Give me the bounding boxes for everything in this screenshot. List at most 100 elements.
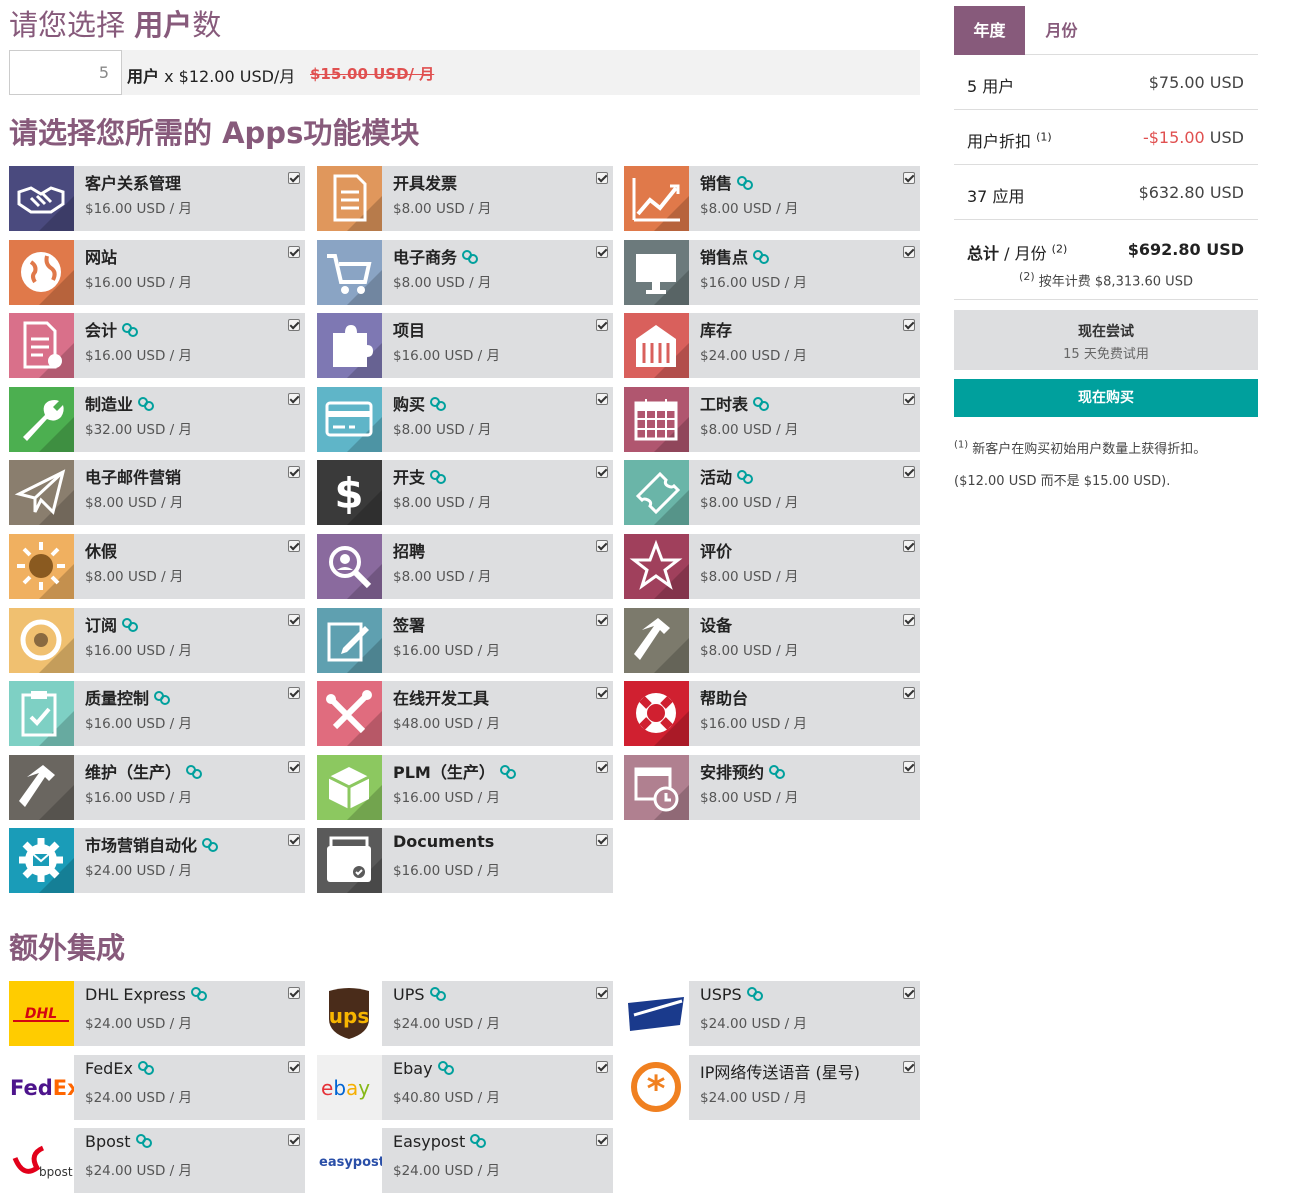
app-card[interactable]: 质量控制 $16.00 USD / 月 [9,681,305,746]
select-checkbox[interactable] [596,246,608,258]
select-checkbox[interactable] [903,393,915,405]
app-card[interactable]: 安排预约 $8.00 USD / 月 [624,755,920,820]
select-checkbox[interactable] [596,834,608,846]
select-checkbox[interactable] [903,540,915,552]
integration-card[interactable]: bpost Bpost $24.00 USD / 月 [9,1128,305,1193]
app-card[interactable]: 签署 $16.00 USD / 月 [317,608,613,673]
app-card[interactable]: 销售 $8.00 USD / 月 [624,166,920,231]
link-icon[interactable] [429,987,447,1001]
select-checkbox[interactable] [288,540,300,552]
select-checkbox[interactable] [288,1061,300,1073]
select-checkbox[interactable] [903,1061,915,1073]
app-card[interactable]: Documents $16.00 USD / 月 [317,828,613,893]
tab-yearly[interactable]: 年度 [954,6,1025,55]
select-checkbox[interactable] [596,466,608,478]
app-card[interactable]: 活动 $8.00 USD / 月 [624,460,920,525]
select-checkbox[interactable] [596,319,608,331]
select-checkbox[interactable] [288,246,300,258]
app-card[interactable]: $ 开支 $8.00 USD / 月 [317,460,613,525]
link-icon[interactable] [153,691,171,705]
link-icon[interactable] [135,1134,153,1148]
select-checkbox[interactable] [596,1134,608,1146]
app-card[interactable]: 库存 $24.00 USD / 月 [624,313,920,378]
select-checkbox[interactable] [288,687,300,699]
select-checkbox[interactable] [596,614,608,626]
select-checkbox[interactable] [903,614,915,626]
app-card[interactable]: 制造业 $32.00 USD / 月 [9,387,305,452]
select-checkbox[interactable] [903,246,915,258]
link-icon[interactable] [121,323,139,337]
users-count-input[interactable] [9,50,122,95]
select-checkbox[interactable] [903,761,915,773]
link-icon[interactable] [752,397,770,411]
app-card[interactable]: 设备 $8.00 USD / 月 [624,608,920,673]
app-card[interactable]: 电子商务 $8.00 USD / 月 [317,240,613,305]
link-icon[interactable] [190,987,208,1001]
link-icon[interactable] [137,397,155,411]
app-card[interactable]: 开具发票 $8.00 USD / 月 [317,166,613,231]
select-checkbox[interactable] [596,987,608,999]
app-card[interactable]: 市场营销自动化 $24.00 USD / 月 [9,828,305,893]
app-card[interactable]: 项目 $16.00 USD / 月 [317,313,613,378]
app-card[interactable]: 电子邮件营销 $8.00 USD / 月 [9,460,305,525]
app-card[interactable]: 客户关系管理 $16.00 USD / 月 [9,166,305,231]
select-checkbox[interactable] [596,761,608,773]
select-checkbox[interactable] [288,761,300,773]
select-checkbox[interactable] [288,1134,300,1146]
link-icon[interactable] [429,470,447,484]
select-checkbox[interactable] [596,540,608,552]
select-checkbox[interactable] [596,1061,608,1073]
integration-card[interactable]: USPS $24.00 USD / 月 [624,981,920,1046]
integration-card[interactable]: ebay Ebay $40.80 USD / 月 [317,1055,613,1120]
link-icon[interactable] [752,250,770,264]
app-card[interactable]: 在线开发工具 $48.00 USD / 月 [317,681,613,746]
link-icon[interactable] [736,470,754,484]
link-icon[interactable] [736,176,754,190]
link-icon[interactable] [137,1061,155,1075]
app-card[interactable]: PLM（生产） $16.00 USD / 月 [317,755,613,820]
link-icon[interactable] [461,250,479,264]
app-card[interactable]: 休假 $8.00 USD / 月 [9,534,305,599]
select-checkbox[interactable] [903,172,915,184]
select-checkbox[interactable] [288,393,300,405]
integration-card[interactable]: ups UPS $24.00 USD / 月 [317,981,613,1046]
app-card[interactable]: 网站 $16.00 USD / 月 [9,240,305,305]
app-card[interactable]: 会计 $16.00 USD / 月 [9,313,305,378]
buy-now-button[interactable]: 现在购买 [954,379,1258,417]
app-card[interactable]: 购买 $8.00 USD / 月 [317,387,613,452]
app-card[interactable]: 订阅 $16.00 USD / 月 [9,608,305,673]
select-checkbox[interactable] [903,687,915,699]
select-checkbox[interactable] [288,834,300,846]
select-checkbox[interactable] [596,393,608,405]
select-checkbox[interactable] [903,466,915,478]
integration-card[interactable]: DHL DHL Express $24.00 USD / 月 [9,981,305,1046]
integration-card[interactable]: FedEx FedEx $24.00 USD / 月 [9,1055,305,1120]
link-icon[interactable] [429,397,447,411]
select-checkbox[interactable] [288,614,300,626]
app-card[interactable]: 维护（生产） $16.00 USD / 月 [9,755,305,820]
app-card[interactable]: 工时表 $8.00 USD / 月 [624,387,920,452]
tab-monthly[interactable]: 月份 [1033,6,1090,55]
link-icon[interactable] [201,838,219,852]
select-checkbox[interactable] [596,172,608,184]
app-card[interactable]: 招聘 $8.00 USD / 月 [317,534,613,599]
select-checkbox[interactable] [288,466,300,478]
try-now-button[interactable]: 现在尝试 15 天免费试用 [954,310,1258,370]
app-card[interactable]: 销售点 $16.00 USD / 月 [624,240,920,305]
link-icon[interactable] [768,765,786,779]
integration-card[interactable]: * IP网络传送语音 (星号) $24.00 USD / 月 [624,1055,920,1120]
app-card[interactable]: 评价 $8.00 USD / 月 [624,534,920,599]
select-checkbox[interactable] [596,687,608,699]
integration-card[interactable]: easypost Easypost $24.00 USD / 月 [317,1128,613,1193]
link-icon[interactable] [121,618,139,632]
link-icon[interactable] [185,765,203,779]
link-icon[interactable] [469,1134,487,1148]
link-icon[interactable] [437,1061,455,1075]
select-checkbox[interactable] [288,172,300,184]
link-icon[interactable] [746,987,764,1001]
select-checkbox[interactable] [903,987,915,999]
select-checkbox[interactable] [288,987,300,999]
app-card[interactable]: 帮助台 $16.00 USD / 月 [624,681,920,746]
link-icon[interactable] [499,765,517,779]
select-checkbox[interactable] [288,319,300,331]
